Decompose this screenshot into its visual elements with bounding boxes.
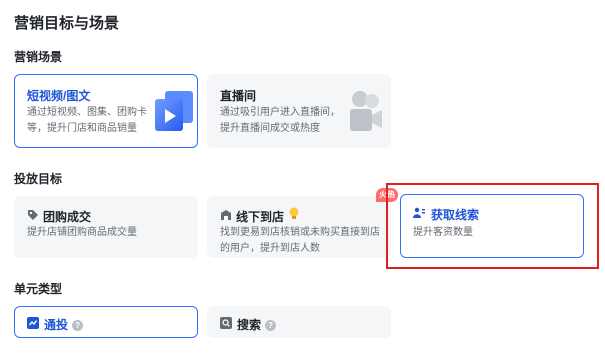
goal-card-title: 线下到店	[236, 210, 285, 224]
scene-card-desc: 通过短视频、图集、团购卡等，提升门店和商品销量	[27, 107, 147, 134]
goal-card-desc: 找到更易到店核销或未购买直接到店的用户，提升到店人数	[220, 227, 380, 254]
tag-icon	[28, 210, 38, 220]
section-title-unit: 单元类型	[14, 282, 63, 296]
unit-card-title: 搜索?	[237, 316, 277, 333]
unit-card-label: 搜索	[237, 318, 262, 332]
leads-icon	[413, 207, 425, 218]
unit-card-broad[interactable]: 通投?	[14, 306, 198, 338]
page-title: 营销目标与场景	[14, 15, 120, 32]
unit-card-label: 通投	[44, 318, 69, 332]
goal-card-desc: 提升店铺团购商品成交量	[27, 227, 137, 238]
scene-card-title: 直播间	[220, 89, 257, 103]
goal-card-group-buy[interactable]: 团购成交 提升店铺团购商品成交量	[14, 196, 198, 258]
help-icon[interactable]: ?	[72, 320, 84, 332]
video-illustration-icon	[155, 91, 193, 131]
bulb-icon	[289, 207, 299, 219]
goal-card-desc: 提升客资数量	[413, 227, 473, 238]
hot-badge: 火热	[376, 188, 398, 202]
store-icon	[221, 210, 231, 220]
scene-card-desc: 通过吸引用户进入直播间，提升直播间成交或热度	[220, 107, 340, 134]
goal-card-title: 获取线索	[431, 208, 480, 222]
scene-card-short-video[interactable]: 短视频/图文 通过短视频、图集、团购卡等，提升门店和商品销量	[14, 74, 198, 148]
scene-card-title: 短视频/图文	[27, 89, 91, 103]
help-icon[interactable]: ?	[265, 320, 277, 332]
search-icon	[220, 317, 232, 329]
unit-card-search[interactable]: 搜索?	[207, 306, 391, 338]
live-illustration-icon	[350, 91, 382, 131]
goal-card-offline-store[interactable]: 线下到店 找到更易到店核销或未购买直接到店的用户，提升到店人数	[207, 196, 391, 258]
section-title-goal: 投放目标	[14, 172, 63, 186]
broad-icon	[27, 317, 39, 329]
scene-card-live-room[interactable]: 直播间 通过吸引用户进入直播间，提升直播间成交或热度	[207, 74, 391, 148]
unit-card-title: 通投?	[44, 316, 84, 333]
goal-card-get-leads[interactable]: 获取线索 提升客资数量	[400, 194, 584, 258]
goal-card-title: 团购成交	[43, 210, 92, 224]
section-title-scene: 营销场景	[14, 50, 63, 64]
